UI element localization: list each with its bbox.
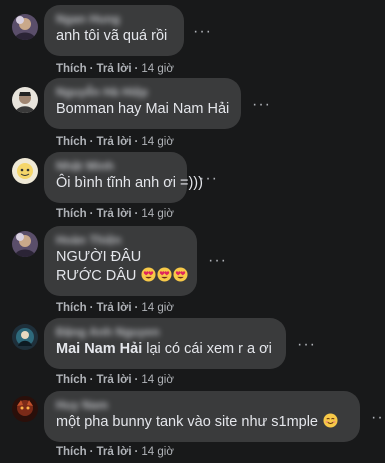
more-options-button[interactable]: ··· (371, 410, 385, 426)
timestamp[interactable]: 14 giờ (141, 374, 173, 386)
avatar-image-icon (12, 158, 38, 184)
commenter-name[interactable]: Nguyễn Hà Hiệp (56, 85, 229, 100)
comment-actions: Thích · Trả lời · 14 giờ (56, 302, 174, 314)
separator: · (134, 374, 139, 386)
more-options-button[interactable]: ··· (193, 24, 212, 40)
reply-button[interactable]: Trả lời (97, 136, 132, 148)
reply-button[interactable]: Trả lời (97, 63, 132, 75)
separator: · (134, 136, 139, 148)
avatar-image-icon (12, 231, 38, 257)
comment-bubble: Huy Nam một pha bunny tank vào site như … (44, 391, 360, 442)
like-button[interactable]: Thích (56, 63, 87, 75)
more-options-button[interactable]: ··· (252, 97, 271, 113)
avatar[interactable] (12, 14, 38, 40)
comment-actions: Thích · Trả lời · 14 giờ (56, 446, 174, 458)
comment-text-line: một pha bunny tank vào site như s1mple (56, 413, 348, 432)
reply-button[interactable]: Trả lời (97, 446, 132, 458)
comment-bubble: Ngan Hung anh tôi vã quá rồi (44, 5, 184, 56)
separator: · (134, 446, 139, 458)
avatar[interactable] (12, 396, 38, 422)
separator: · (134, 63, 139, 75)
comment-bubble: Nguyễn Hà Hiệp Bomman hay Mai Nam Hải (44, 78, 241, 129)
separator: · (134, 302, 139, 314)
commenter-name[interactable]: Đặng Anh Nguyen (56, 325, 274, 340)
like-button[interactable]: Thích (56, 374, 87, 386)
comment-actions: Thích · Trả lời · 14 giờ (56, 208, 174, 220)
commenter-name[interactable]: Huy Nam (56, 398, 348, 413)
avatar[interactable] (12, 324, 38, 350)
comment-text: Ôi bình tĩnh anh ơi =))) (56, 175, 203, 191)
separator: · (89, 446, 94, 458)
comment-text-line: RƯỚC DÂU (56, 267, 188, 286)
comment-actions: Thích · Trả lời · 14 giờ (56, 374, 174, 386)
timestamp[interactable]: 14 giờ (141, 208, 173, 220)
reply-button[interactable]: Trả lời (97, 208, 132, 220)
like-button[interactable]: Thích (56, 208, 87, 220)
comment-text: lại có cái xem r a ơi (142, 341, 272, 357)
timestamp[interactable]: 14 giờ (141, 63, 173, 75)
timestamp[interactable]: 14 giờ (141, 302, 173, 314)
more-options-button[interactable]: ··· (297, 337, 316, 353)
commenter-name[interactable]: Ngan Hung (56, 12, 172, 27)
comment-text: một pha bunny tank vào site như s1mple (56, 414, 318, 430)
avatar[interactable] (12, 158, 38, 184)
more-options-button[interactable]: ··· (199, 171, 218, 187)
comment-bubble: Nhật Minh Ôi bình tĩnh anh ơi =))) (44, 152, 203, 203)
heart-eyes-emoji-icon (157, 267, 172, 282)
like-button[interactable]: Thích (56, 302, 87, 314)
comment-text: Bomman hay Mai Nam Hải (56, 101, 230, 117)
smile-emoji-icon (323, 413, 338, 428)
comment-actions: Thích · Trả lời · 14 giờ (56, 136, 174, 148)
avatar[interactable] (12, 87, 38, 113)
like-button[interactable]: Thích (56, 446, 87, 458)
separator: · (89, 136, 94, 148)
comment-bubble: Hoàn Thiện NGƯỜI ĐÂU RƯỚC DÂU (44, 226, 197, 296)
avatar-image-icon (12, 396, 38, 422)
more-options-button[interactable]: ··· (208, 253, 227, 269)
commenter-name[interactable]: Nhật Minh (56, 159, 175, 174)
comment-bubble: Đặng Anh Nguyen Mai Nam Hải lại có cái x… (44, 318, 286, 369)
comment-text: RƯỚC DÂU (56, 268, 137, 284)
separator: · (134, 208, 139, 220)
avatar-image-icon (12, 87, 38, 113)
separator: · (89, 208, 94, 220)
comment-actions: Thích · Trả lời · 14 giờ (56, 63, 174, 75)
heart-eyes-emoji-icon (141, 267, 156, 282)
mention-link[interactable]: Mai Nam Hải (56, 341, 142, 357)
like-button[interactable]: Thích (56, 136, 87, 148)
heart-eyes-emoji-icon (173, 267, 188, 282)
avatar-image-icon (12, 14, 38, 40)
avatar[interactable] (12, 231, 38, 257)
comment-text-line: NGƯỜI ĐÂU (56, 249, 142, 265)
comment-text: anh tôi vã quá rồi (56, 28, 168, 44)
separator: · (89, 63, 94, 75)
avatar-image-icon (12, 324, 38, 350)
timestamp[interactable]: 14 giờ (141, 446, 173, 458)
separator: · (89, 374, 94, 386)
comment-text-line: Mai Nam Hải lại có cái xem r a ơi (56, 340, 274, 359)
commenter-name[interactable]: Hoàn Thiện (56, 233, 185, 248)
separator: · (89, 302, 94, 314)
timestamp[interactable]: 14 giờ (141, 136, 173, 148)
reply-button[interactable]: Trả lời (97, 374, 132, 386)
reply-button[interactable]: Trả lời (97, 302, 132, 314)
